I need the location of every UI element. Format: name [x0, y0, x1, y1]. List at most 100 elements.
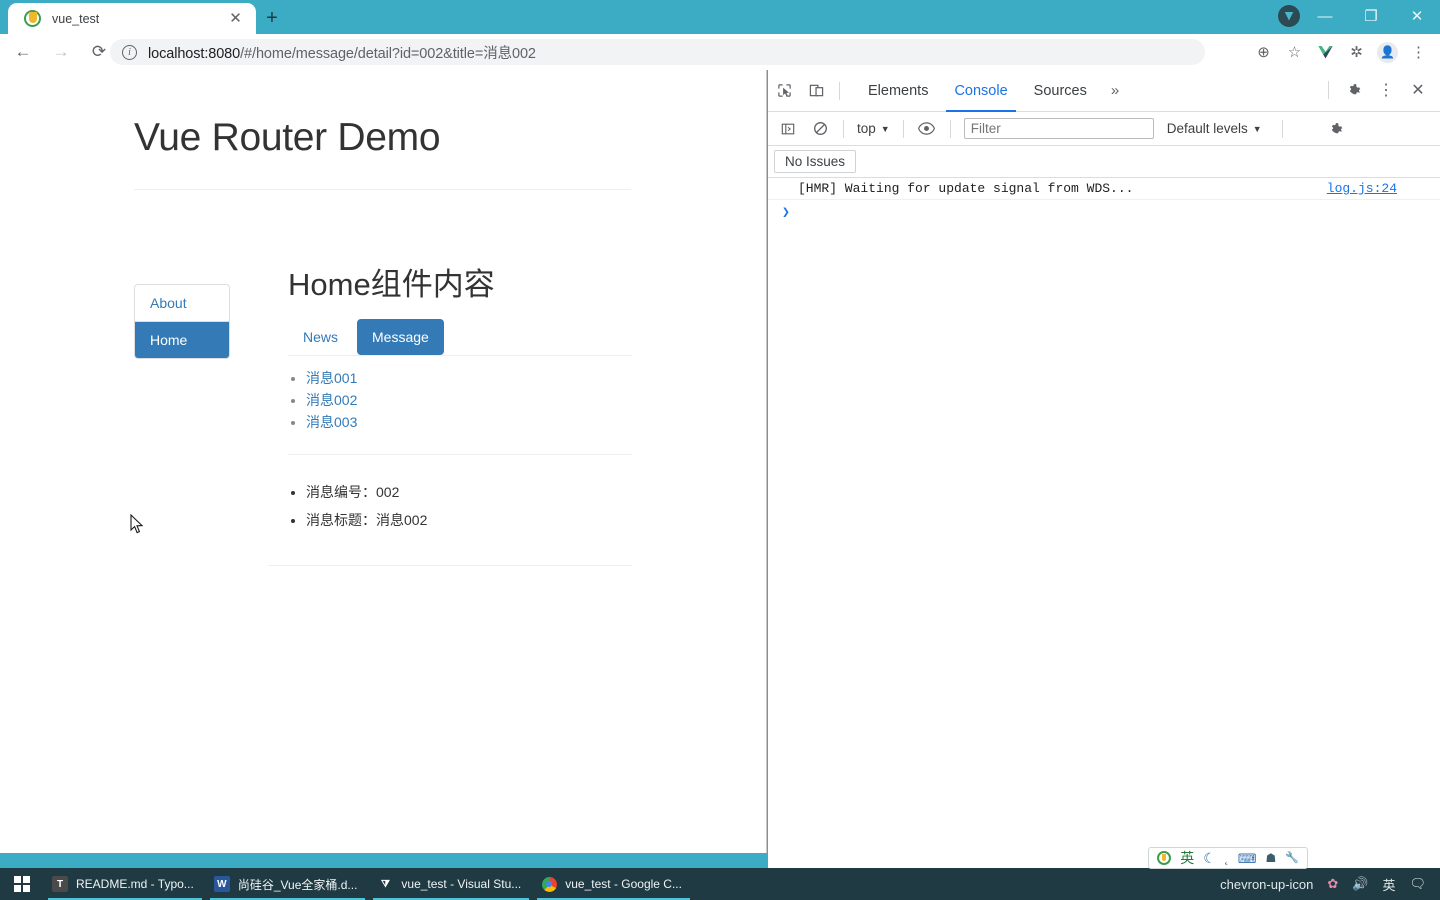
taskbar-label: 尚硅谷_Vue全家桶.d... — [237, 877, 358, 892]
no-issues-button[interactable]: No Issues — [774, 150, 857, 173]
console-filter-bar: top ▼ Default levels ▼ — [768, 112, 1440, 146]
taskbar-label: README.md - Typo... — [76, 877, 194, 891]
forward-icon[interactable]: → — [46, 37, 76, 67]
word-icon: W — [213, 876, 230, 892]
detail-label-id: 消息编号： — [306, 484, 376, 501]
extensions-puzzle-icon[interactable]: ✲ — [1341, 37, 1372, 67]
console-context-select[interactable]: top ▼ — [851, 121, 896, 136]
console-sidebar-icon[interactable] — [772, 114, 804, 144]
maximize-button[interactable]: ❐ — [1348, 0, 1394, 32]
taskbar-item-typora[interactable]: T README.md - Typo... — [44, 868, 206, 900]
chrome-icon — [541, 876, 557, 892]
toolbar-divider — [839, 81, 840, 100]
taskbar-item-chrome[interactable]: vue_test - Google C... — [533, 868, 694, 900]
taskbar-item-vscode[interactable]: ⧩ vue_test - Visual Stu... — [369, 868, 533, 900]
minimize-button[interactable]: — — [1302, 0, 1348, 32]
content-tabs: News Message — [288, 319, 632, 357]
console-settings-gear-icon[interactable] — [1320, 114, 1352, 144]
url-text: localhost:8080/#/home/message/detail?id=… — [148, 42, 536, 63]
devtools-tabs: Elements Console Sources » — [855, 70, 1130, 112]
tab-message[interactable]: Message — [357, 319, 444, 356]
ime-keyboard-icon[interactable]: ⌨ — [1238, 852, 1257, 865]
devtools-toolbar: Elements Console Sources » ⋮ ✕ — [768, 70, 1440, 112]
mouse-cursor-icon — [130, 514, 144, 534]
device-toolbar-icon[interactable] — [800, 76, 832, 106]
chrome-menu-icon[interactable]: ⋮ — [1403, 37, 1434, 67]
ime-person-icon[interactable]: ☗ — [1266, 852, 1277, 864]
address-bar[interactable]: i localhost:8080/#/home/message/detail?i… — [110, 39, 1205, 65]
console-levels-value: Default levels — [1166, 121, 1248, 136]
message-link-002[interactable]: 消息002 — [306, 392, 357, 408]
window-controls: — ❐ ✕ — [1302, 0, 1440, 34]
filterbar-divider-1 — [843, 119, 844, 138]
console-levels-select[interactable]: Default levels ▼ — [1167, 121, 1262, 136]
inspect-element-icon[interactable] — [768, 76, 800, 106]
devtools-panel: Elements Console Sources » ⋮ ✕ top ▼ Fil… — [768, 70, 1440, 868]
back-icon[interactable]: ← — [8, 37, 38, 67]
tab-strip: vue_test ✕ + — ❐ ✕ — [0, 0, 1440, 34]
devtools-toolbar-right: ⋮ ✕ — [1319, 75, 1434, 105]
ime-language-icon[interactable]: 英 — [1180, 851, 1194, 865]
console-input-prompt[interactable]: ❯ — [768, 200, 1440, 225]
page-title: Vue Router Demo — [134, 116, 441, 159]
typora-icon: T — [52, 876, 68, 892]
tab-title: vue_test — [52, 11, 100, 26]
detail-label-title: 消息标题： — [306, 511, 376, 528]
sidebar-item-home[interactable]: Home — [135, 322, 229, 358]
more-options-icon[interactable]: ⋮ — [1370, 75, 1402, 105]
tray-language-icon[interactable]: 英 — [1382, 875, 1395, 894]
vue-devtools-icon[interactable] — [1310, 37, 1341, 67]
taskbar-item-word[interactable]: W 尚硅谷_Vue全家桶.d... — [206, 868, 370, 900]
browser-toolbar: ← → ⟳ i localhost:8080/#/home/message/de… — [0, 34, 1440, 70]
volume-icon[interactable]: 🔊 — [1352, 876, 1368, 892]
devtools-close-icon[interactable]: ✕ — [1402, 75, 1434, 105]
window-close-button[interactable]: ✕ — [1394, 0, 1440, 32]
page-viewport: Vue Router Demo About Home Home组件内容 News… — [0, 70, 767, 853]
chevron-down-icon: ▼ — [880, 123, 890, 134]
vscode-icon: ⧩ — [380, 878, 390, 890]
tab-console[interactable]: Console — [941, 70, 1020, 112]
browser-tab[interactable]: vue_test ✕ — [8, 3, 256, 34]
console-filter-input[interactable] — [963, 118, 1154, 139]
ime-comma-icon[interactable]: ˛ — [1225, 852, 1229, 864]
url-host: localhost:8080 — [148, 45, 241, 62]
message-list: 消息001 消息002 消息003 — [306, 367, 632, 433]
message-link-003[interactable]: 消息003 — [306, 414, 357, 430]
profile-avatar-icon[interactable]: 👤 — [1372, 37, 1403, 67]
zoom-icon[interactable]: ⊕ — [1248, 37, 1279, 67]
close-icon[interactable]: ✕ — [227, 10, 244, 27]
tab-sources[interactable]: Sources — [1021, 70, 1100, 112]
vue-u-icon — [24, 10, 41, 27]
sogou-logo-icon[interactable] — [1157, 851, 1172, 865]
bookmark-star-icon[interactable]: ☆ — [1279, 37, 1310, 67]
profile-badge-icon[interactable] — [1278, 5, 1300, 27]
notification-icon[interactable]: 🗨 — [1409, 876, 1426, 892]
ime-wrench-icon[interactable]: 🔧 — [1285, 852, 1299, 864]
tab-news[interactable]: News — [288, 319, 353, 355]
prompt-caret-icon: ❯ — [782, 205, 790, 220]
console-source-link[interactable]: log.js:24 — [1327, 181, 1397, 196]
list-item: 消息002 — [306, 389, 632, 411]
new-tab-button[interactable]: + — [258, 4, 286, 32]
gear-icon[interactable] — [1338, 75, 1370, 105]
detail-value-id: 002 — [376, 484, 400, 501]
more-tabs-icon[interactable]: » — [1100, 82, 1130, 99]
ime-moon-icon[interactable]: ☾ — [1203, 851, 1216, 865]
url-path: /#/home/message/detail?id=002&title=消息00… — [240, 45, 536, 62]
console-context-value: top — [857, 121, 876, 136]
console-message-text: [HMR] Waiting for update signal from WDS… — [798, 181, 1134, 196]
clear-console-icon[interactable] — [804, 114, 836, 144]
console-output[interactable]: [HMR] Waiting for update signal from WDS… — [768, 178, 1440, 868]
sidebar-item-about[interactable]: About — [135, 285, 229, 322]
omnibox-actions: ⊕ ☆ ✲ 👤 ⋮ — [1248, 37, 1434, 67]
flower-icon[interactable]: ✿ — [1327, 876, 1338, 892]
info-icon[interactable]: i — [122, 44, 137, 60]
chevron-up-icon[interactable]: chevron-up-icon — [1220, 877, 1313, 892]
sogou-ime-toolbar[interactable]: 英 ☾ ˛ ⌨ ☗ 🔧 — [1148, 847, 1308, 869]
live-expressions-icon[interactable] — [911, 114, 943, 144]
list-item: 消息001 — [306, 367, 632, 389]
message-link-001[interactable]: 消息001 — [306, 370, 357, 386]
windows-start-icon[interactable] — [0, 868, 44, 900]
tab-elements[interactable]: Elements — [855, 70, 941, 112]
console-message-row: [HMR] Waiting for update signal from WDS… — [768, 178, 1440, 200]
